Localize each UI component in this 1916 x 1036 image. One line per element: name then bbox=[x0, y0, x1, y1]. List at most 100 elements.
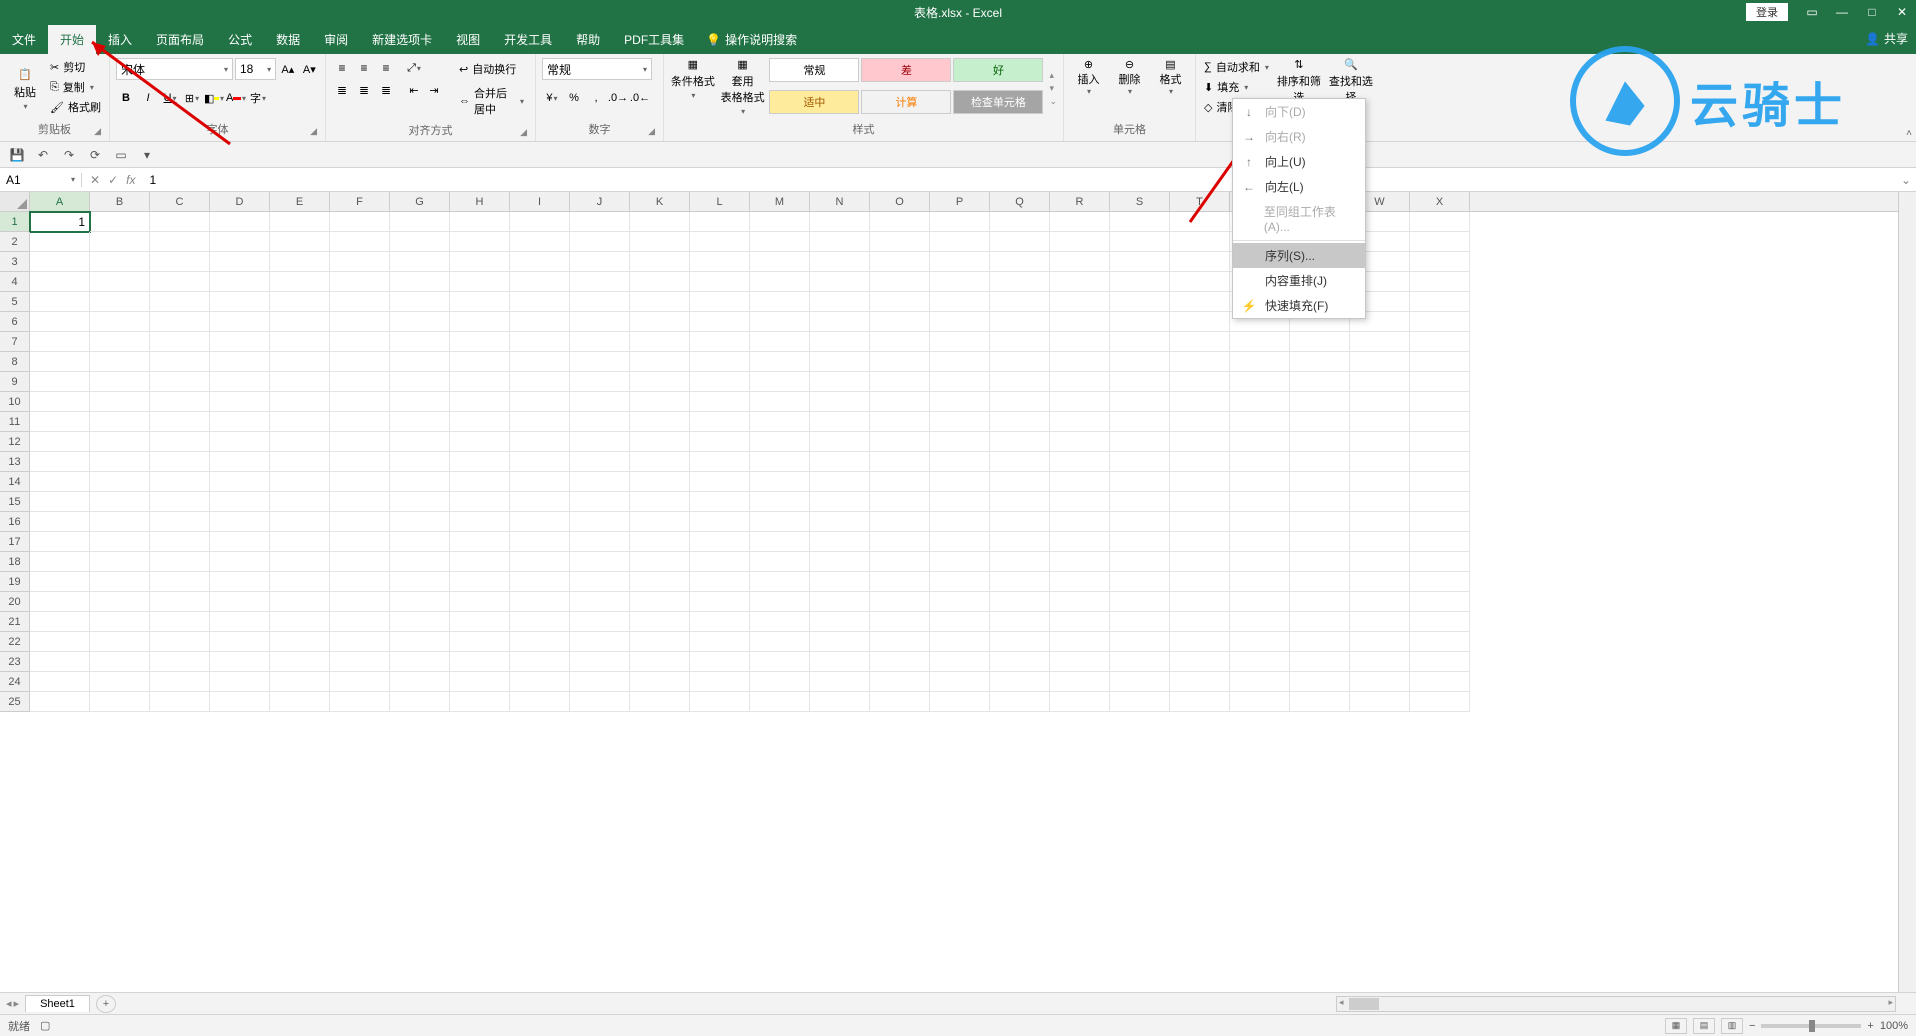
cell[interactable] bbox=[990, 452, 1050, 472]
cell[interactable] bbox=[1290, 552, 1350, 572]
cell[interactable] bbox=[1230, 352, 1290, 372]
cell[interactable] bbox=[870, 532, 930, 552]
cell[interactable] bbox=[630, 452, 690, 472]
cell[interactable] bbox=[1410, 352, 1470, 372]
cell[interactable] bbox=[210, 612, 270, 632]
cell[interactable] bbox=[870, 652, 930, 672]
cell[interactable] bbox=[750, 512, 810, 532]
cell[interactable] bbox=[210, 692, 270, 712]
bold-button[interactable]: B bbox=[116, 88, 136, 108]
cell[interactable] bbox=[1410, 432, 1470, 452]
cell[interactable] bbox=[90, 252, 150, 272]
cell[interactable] bbox=[390, 252, 450, 272]
style-bad[interactable]: 差 bbox=[861, 58, 951, 82]
cell[interactable] bbox=[390, 352, 450, 372]
cell[interactable] bbox=[1350, 352, 1410, 372]
cell[interactable] bbox=[270, 292, 330, 312]
sheet-nav-next-icon[interactable]: ▸ bbox=[14, 997, 20, 1010]
cell[interactable] bbox=[630, 652, 690, 672]
cell[interactable] bbox=[270, 632, 330, 652]
cell[interactable] bbox=[1290, 432, 1350, 452]
col-head-C[interactable]: C bbox=[150, 192, 210, 211]
cut-button[interactable]: ✂剪切 bbox=[48, 58, 103, 76]
cell[interactable] bbox=[1290, 392, 1350, 412]
cell[interactable] bbox=[1230, 412, 1290, 432]
cell[interactable] bbox=[1050, 252, 1110, 272]
cell[interactable] bbox=[1050, 672, 1110, 692]
cell[interactable] bbox=[510, 472, 570, 492]
increase-indent-icon[interactable]: ⇥ bbox=[424, 80, 444, 100]
cell[interactable] bbox=[270, 312, 330, 332]
cell[interactable] bbox=[930, 592, 990, 612]
cell[interactable] bbox=[1230, 592, 1290, 612]
cell[interactable] bbox=[570, 652, 630, 672]
cell[interactable] bbox=[1350, 372, 1410, 392]
cell[interactable] bbox=[270, 572, 330, 592]
cell[interactable] bbox=[990, 572, 1050, 592]
collapse-ribbon-icon[interactable]: ˄ bbox=[1906, 128, 1912, 139]
format-as-table-button[interactable]: ▦套用 表格格式▾ bbox=[720, 58, 766, 119]
cell[interactable] bbox=[390, 272, 450, 292]
cell[interactable] bbox=[1230, 432, 1290, 452]
cell[interactable] bbox=[1410, 312, 1470, 332]
cell[interactable] bbox=[1290, 492, 1350, 512]
row-head-22[interactable]: 22 bbox=[0, 632, 30, 652]
cell[interactable] bbox=[810, 252, 870, 272]
cell[interactable] bbox=[270, 512, 330, 532]
cell[interactable] bbox=[1110, 452, 1170, 472]
col-head-P[interactable]: P bbox=[930, 192, 990, 211]
tab-PDF工具集[interactable]: PDF工具集 bbox=[612, 25, 696, 54]
cell[interactable] bbox=[630, 352, 690, 372]
gallery-up-icon[interactable]: ▴ bbox=[1049, 70, 1057, 81]
cell[interactable] bbox=[30, 232, 90, 252]
cell[interactable] bbox=[750, 452, 810, 472]
cell[interactable] bbox=[690, 692, 750, 712]
cell[interactable] bbox=[1110, 332, 1170, 352]
login-button[interactable]: 登录 bbox=[1746, 3, 1788, 21]
cell[interactable] bbox=[1170, 672, 1230, 692]
tab-帮助[interactable]: 帮助 bbox=[564, 25, 612, 54]
redo-icon[interactable]: ↷ bbox=[60, 146, 78, 164]
clipboard-launcher-icon[interactable]: ◢ bbox=[94, 126, 101, 137]
cell[interactable] bbox=[270, 252, 330, 272]
cell[interactable] bbox=[1410, 512, 1470, 532]
cell[interactable] bbox=[570, 432, 630, 452]
cell[interactable] bbox=[330, 372, 390, 392]
cell[interactable] bbox=[1050, 272, 1110, 292]
cell[interactable] bbox=[510, 292, 570, 312]
cell[interactable] bbox=[90, 352, 150, 372]
cell[interactable] bbox=[1050, 492, 1110, 512]
cell[interactable] bbox=[270, 552, 330, 572]
cell[interactable] bbox=[210, 592, 270, 612]
cell[interactable] bbox=[750, 592, 810, 612]
cell[interactable] bbox=[990, 472, 1050, 492]
cell[interactable] bbox=[930, 692, 990, 712]
sheet-nav-prev-icon[interactable]: ◂ bbox=[6, 997, 12, 1010]
formula-input[interactable]: 1 bbox=[143, 173, 1896, 187]
cell[interactable] bbox=[90, 392, 150, 412]
cell[interactable] bbox=[390, 532, 450, 552]
cell[interactable] bbox=[870, 692, 930, 712]
cell[interactable] bbox=[1110, 292, 1170, 312]
cell[interactable] bbox=[1110, 212, 1170, 232]
cell[interactable] bbox=[210, 532, 270, 552]
cell[interactable] bbox=[810, 692, 870, 712]
paste-button[interactable]: 📋 粘贴 ▾ bbox=[6, 58, 44, 119]
cell[interactable] bbox=[450, 352, 510, 372]
cell[interactable] bbox=[1230, 632, 1290, 652]
cell[interactable] bbox=[270, 672, 330, 692]
cell[interactable] bbox=[1170, 352, 1230, 372]
cell[interactable] bbox=[1110, 252, 1170, 272]
cell[interactable] bbox=[450, 512, 510, 532]
row-head-11[interactable]: 11 bbox=[0, 412, 30, 432]
cell[interactable] bbox=[210, 652, 270, 672]
cell[interactable] bbox=[150, 692, 210, 712]
cell[interactable] bbox=[1050, 432, 1110, 452]
cell[interactable] bbox=[270, 592, 330, 612]
cell[interactable] bbox=[1110, 652, 1170, 672]
cell[interactable] bbox=[1230, 672, 1290, 692]
cell[interactable] bbox=[690, 532, 750, 552]
cell[interactable] bbox=[750, 332, 810, 352]
cell[interactable] bbox=[1050, 652, 1110, 672]
page-break-view-icon[interactable]: ▥ bbox=[1721, 1018, 1743, 1034]
